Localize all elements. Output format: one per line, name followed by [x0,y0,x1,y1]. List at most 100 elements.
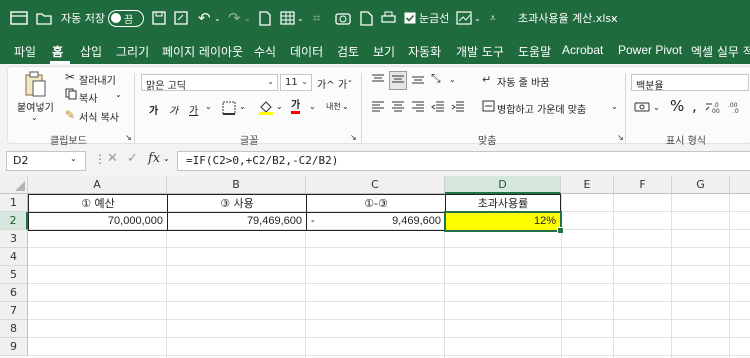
chart-icon[interactable] [456,0,472,36]
cut-label[interactable]: 잘라내기 [79,72,116,87]
cut-icon[interactable]: ✂ [65,70,75,84]
orientation-dropdown-icon[interactable]: ⌄ [449,75,456,84]
filename-chevron-icon[interactable]: ⌄ [610,0,618,36]
tab-automate[interactable]: 자동화 [408,43,441,60]
cell-d2[interactable]: 12% [444,211,562,232]
underline-button[interactable]: 가 [189,102,198,117]
tab-file[interactable]: 파일 [14,43,36,60]
accounting-format-icon[interactable] [634,101,650,116]
percent-style-button[interactable]: % [670,97,684,115]
tab-data[interactable]: 데이터 [290,43,323,60]
tab-page-layout[interactable]: 페이지 레이아웃 [162,43,243,60]
row-header-9[interactable]: 9 [0,338,28,356]
fill-color-icon[interactable] [258,99,274,119]
tab-acrobat[interactable]: Acrobat [562,43,603,57]
align-left-icon[interactable] [371,100,385,115]
format-painter-label[interactable]: 서식 복사 [79,109,119,124]
function-dropdown-icon[interactable]: ⌄ [163,154,170,163]
cell-a2[interactable]: 70,000,000 [28,212,168,231]
gridlines-checkbox[interactable] [404,0,416,36]
wrap-text-label[interactable]: 자동 줄 바꿈 [497,74,549,89]
column-header-c[interactable]: C [306,176,445,194]
shrink-font-button[interactable]: 가ˇ [338,76,352,91]
grow-font-button[interactable]: 가^ [317,76,335,91]
tab-insert[interactable]: 삽입 [80,43,102,60]
customize-toolbar-icon[interactable]: ⩡ [490,0,496,36]
font-color-dropdown-icon[interactable]: ⌄ [309,102,316,111]
bold-button[interactable]: 가 [149,102,158,117]
borders-icon[interactable] [222,101,236,118]
merge-center-label[interactable]: 병합하고 가운데 맞춤 [497,101,586,116]
copy-dropdown-icon[interactable]: ⌄ [115,90,122,99]
row-header-8[interactable]: 8 [0,320,28,338]
underline-dropdown-icon[interactable]: ⌄ [205,102,212,111]
row-header-6[interactable]: 6 [0,284,28,302]
worksheet-grid[interactable]: A B C D E F G 1 2 3 4 5 6 7 8 9 ① 예산 ③ 사… [0,176,750,358]
cell-b1[interactable]: ③ 사용 [167,194,307,213]
align-bottom-icon[interactable] [411,73,425,88]
name-box-dropdown-icon[interactable]: ⌄ [70,154,77,163]
italic-button[interactable]: 가 [169,102,178,117]
column-header-d[interactable]: D [445,176,561,194]
column-header-f[interactable]: F [614,176,672,194]
comma-style-button[interactable]: , [692,97,697,115]
tab-draw[interactable]: 그리기 [116,43,149,60]
column-header-g[interactable]: G [672,176,730,194]
tab-developer[interactable]: 개발 도구 [456,43,504,60]
increase-indent-icon[interactable] [451,100,465,115]
table-dropdown-icon[interactable]: ⌄ [297,0,304,36]
paste-dropdown-icon[interactable]: ⌄ [31,113,38,122]
row-header-4[interactable]: 4 [0,248,28,266]
accounting-dropdown-icon[interactable]: ⌄ [653,103,660,112]
tab-power-pivot[interactable]: Power Pivot [618,43,682,57]
row-header-3[interactable]: 3 [0,230,28,248]
confirm-entry-icon[interactable]: ✓ [127,151,138,166]
fill-handle[interactable] [557,227,564,234]
wrap-text-icon[interactable]: ↵ [482,73,491,86]
tab-home[interactable]: 홈 [52,43,63,60]
format-painter-icon[interactable]: ✎ [65,108,75,122]
select-all-corner[interactable] [0,176,28,194]
column-header-e[interactable]: E [561,176,614,194]
cell-b2[interactable]: 79,469,600 [167,212,307,231]
align-middle-icon[interactable] [389,71,407,90]
save-as-icon[interactable] [174,0,188,36]
paste-icon[interactable] [23,71,47,102]
font-color-button[interactable]: 가 [291,100,301,114]
tab-view[interactable]: 보기 [373,43,395,60]
increase-decimal-icon[interactable]: .0 00 [705,100,723,117]
tab-excel-practice[interactable]: 엑셀 실무 적 [691,43,750,60]
cell-c2[interactable]: - 9,469,600 [306,212,446,231]
column-header-b[interactable]: B [167,176,306,194]
alignment-launcher-icon[interactable]: ↘ [617,133,624,142]
orientation-icon[interactable]: ⤡ [431,71,441,86]
undo-dropdown-icon[interactable]: ⌄ [214,0,221,36]
table-icon[interactable] [280,0,296,36]
phonetic-button[interactable]: 내천 [326,101,341,112]
merge-dropdown-icon[interactable]: ⌄ [611,102,618,111]
copy-label[interactable]: 복사 [79,90,97,105]
save-icon[interactable] [152,0,166,36]
paste-label[interactable]: 붙여넣기 [17,99,54,114]
cell-a1[interactable]: ① 예산 [28,194,168,213]
clipboard-launcher-icon[interactable]: ↘ [125,133,132,142]
copy-icon[interactable] [65,88,77,103]
formula-input[interactable]: =IF(C2>0,+C2/B2,-C2/B2) [177,151,750,171]
align-center-icon[interactable] [391,100,405,115]
borders-dropdown-icon[interactable]: ⌄ [239,102,246,111]
row-header-1[interactable]: 1 [0,194,28,212]
decrease-decimal-icon[interactable]: .00.0 [727,100,745,117]
number-format-select[interactable]: 백분율 [631,74,749,92]
font-size-select[interactable]: 11 ⌄ [280,74,312,91]
merge-center-icon[interactable] [482,100,495,115]
new-file-icon[interactable] [259,0,271,36]
decrease-indent-icon[interactable] [431,100,445,115]
print-icon[interactable] [381,0,396,36]
pdf-icon[interactable] [360,0,373,36]
camera-icon[interactable] [335,0,351,36]
row-header-5[interactable]: 5 [0,266,28,284]
font-launcher-icon[interactable]: ↘ [350,133,357,142]
column-header-h[interactable] [730,176,750,194]
column-header-a[interactable]: A [28,176,167,194]
tab-help[interactable]: 도움말 [518,43,551,60]
